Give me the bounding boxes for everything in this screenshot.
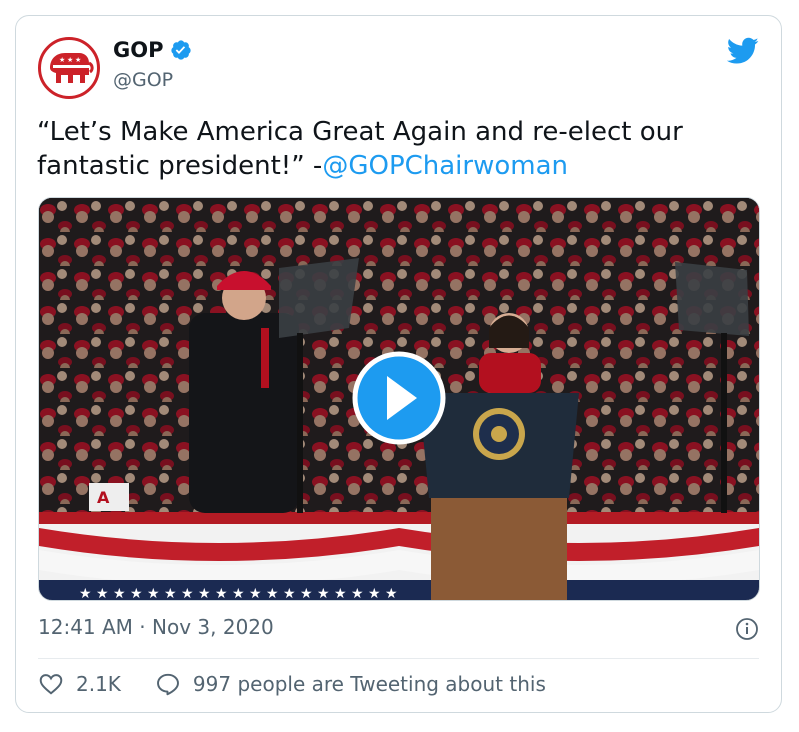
like-button[interactable]: 2.1K (38, 671, 121, 697)
svg-text:★: ★ (59, 56, 65, 64)
tweet-embed-card[interactable]: ★ ★ ★ GOP @GOP “Let’s Make America Great… (15, 15, 782, 713)
tweet-timestamp[interactable]: 12:41 AM · Nov 3, 2020 (38, 615, 274, 639)
like-count: 2.1K (76, 672, 121, 696)
mention-link[interactable]: @GOPChairwoman (322, 151, 568, 181)
video-thumbnail: ★ ★ ★ ★ ★ ★ ★ ★ ★ ★ ★ ★ ★ ★ ★ ★ ★ ★ ★ A (39, 198, 759, 600)
info-icon[interactable] (735, 617, 759, 641)
tweet-actions: 2.1K 997 people are Tweeting about this (38, 671, 546, 697)
display-name[interactable]: GOP (113, 38, 163, 62)
heart-icon (39, 674, 63, 695)
divider (38, 658, 759, 659)
svg-text:★: ★ (67, 56, 73, 64)
speech-bubble-icon (156, 673, 179, 696)
tweet-date[interactable]: Nov 3, 2020 (152, 615, 274, 639)
tweeting-about-link[interactable]: 997 people are Tweeting about this (155, 671, 546, 697)
play-icon[interactable] (352, 351, 446, 445)
verified-badge-icon (171, 40, 192, 60)
svg-text:★: ★ (75, 56, 81, 64)
separator-dot: · (139, 615, 146, 639)
video-player[interactable]: ★ ★ ★ ★ ★ ★ ★ ★ ★ ★ ★ ★ ★ ★ ★ ★ ★ ★ ★ A (38, 197, 760, 601)
svg-text:★ ★ ★ ★ ★ ★ ★ ★ ★ ★ ★ ★ ★ ★ ★: ★ ★ ★ ★ ★ ★ ★ ★ ★ ★ ★ ★ ★ ★ ★ ★ ★ ★ ★ (79, 586, 398, 600)
twitter-bird-icon[interactable] (727, 37, 759, 65)
tweet-time[interactable]: 12:41 AM (38, 615, 133, 639)
tweet-text: “Let’s Make America Great Again and re-e… (37, 115, 757, 183)
tweeting-about-text: 997 people are Tweeting about this (192, 672, 546, 696)
user-handle[interactable]: @GOP (113, 69, 173, 91)
gop-elephant-avatar[interactable]: ★ ★ ★ (38, 37, 100, 99)
podium-sign-letter: A (97, 488, 110, 507)
